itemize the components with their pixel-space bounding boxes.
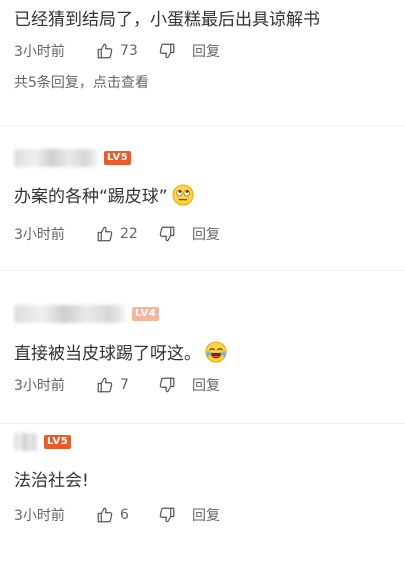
like-button[interactable]: 7 (96, 376, 142, 394)
view-replies-link[interactable]: 共5条回复，点击查看 (14, 72, 149, 92)
comment-item: LV4 直接被当皮球踢了呀这。 3小时前 7 回复 (0, 270, 405, 423)
comment-actions: 3小时前 22 回复 (14, 223, 220, 245)
comment-text-content: 办案的各种“踢皮球” (14, 187, 168, 207)
username-blurred[interactable] (14, 305, 126, 323)
dislike-button[interactable] (158, 42, 176, 60)
like-count: 22 (120, 226, 138, 242)
thumbs-down-icon (159, 377, 175, 393)
reply-button[interactable]: 回复 (192, 505, 220, 525)
comment-user: LV5 (14, 148, 132, 168)
dislike-button[interactable] (158, 376, 176, 394)
thumbs-up-icon (97, 507, 113, 523)
comment-actions: 3小时前 73 回复 (14, 40, 220, 62)
reply-button[interactable]: 回复 (192, 375, 220, 395)
username-blurred[interactable] (14, 433, 38, 451)
level-badge: LV5 (44, 435, 72, 449)
comment-actions: 3小时前 6 回复 (14, 504, 220, 526)
reply-label: 回复 (192, 44, 220, 60)
like-count: 7 (120, 377, 129, 393)
comment-text: 直接被当皮球踢了呀这。 (14, 341, 227, 366)
comment-user: LV4 (14, 304, 160, 324)
laughing-tears-emoji-icon (205, 341, 227, 363)
thumbs-up-icon (97, 226, 113, 242)
comment-item: LV5 法治社会! 3小时前 6 回复 (0, 423, 405, 574)
reply-button[interactable]: 回复 (192, 224, 220, 244)
like-button[interactable]: 6 (96, 506, 142, 524)
reply-button[interactable]: 回复 (192, 41, 220, 61)
dislike-button[interactable] (158, 225, 176, 243)
like-count: 73 (120, 43, 138, 59)
comment-time: 3小时前 (14, 44, 65, 60)
thumbs-down-icon (159, 43, 175, 59)
comment-text: 法治社会! (14, 471, 89, 491)
comment-time: 3小时前 (14, 508, 65, 524)
comment-item: 已经猜到结局了，小蛋糕最后出具谅解书 3小时前 73 回复 共5条回复，点击查看 (0, 0, 405, 125)
rolling-eyes-emoji-icon (172, 184, 194, 206)
thumbs-up-icon (97, 377, 113, 393)
like-button[interactable]: 22 (96, 225, 142, 243)
reply-label: 回复 (192, 508, 220, 524)
comment-user: LV5 (14, 432, 72, 452)
username-blurred[interactable] (14, 149, 98, 167)
comment-actions: 3小时前 7 回复 (14, 374, 220, 396)
comment-time: 3小时前 (14, 378, 65, 394)
comment-text: 办案的各种“踢皮球” (14, 184, 194, 209)
comment-time: 3小时前 (14, 227, 65, 243)
level-badge: LV4 (132, 307, 160, 321)
like-count: 6 (120, 507, 129, 523)
reply-label: 回复 (192, 227, 220, 243)
level-badge: LV5 (104, 151, 132, 165)
dislike-button[interactable] (158, 506, 176, 524)
comment-text: 已经猜到结局了，小蛋糕最后出具谅解书 (14, 10, 320, 30)
thumbs-down-icon (159, 507, 175, 523)
comment-text-content: 直接被当皮球踢了呀这。 (14, 344, 201, 364)
like-button[interactable]: 73 (96, 42, 142, 60)
thumbs-down-icon (159, 226, 175, 242)
reply-label: 回复 (192, 378, 220, 394)
thumbs-up-icon (97, 43, 113, 59)
comment-item: LV5 办案的各种“踢皮球” 3小时前 22 回复 (0, 125, 405, 270)
